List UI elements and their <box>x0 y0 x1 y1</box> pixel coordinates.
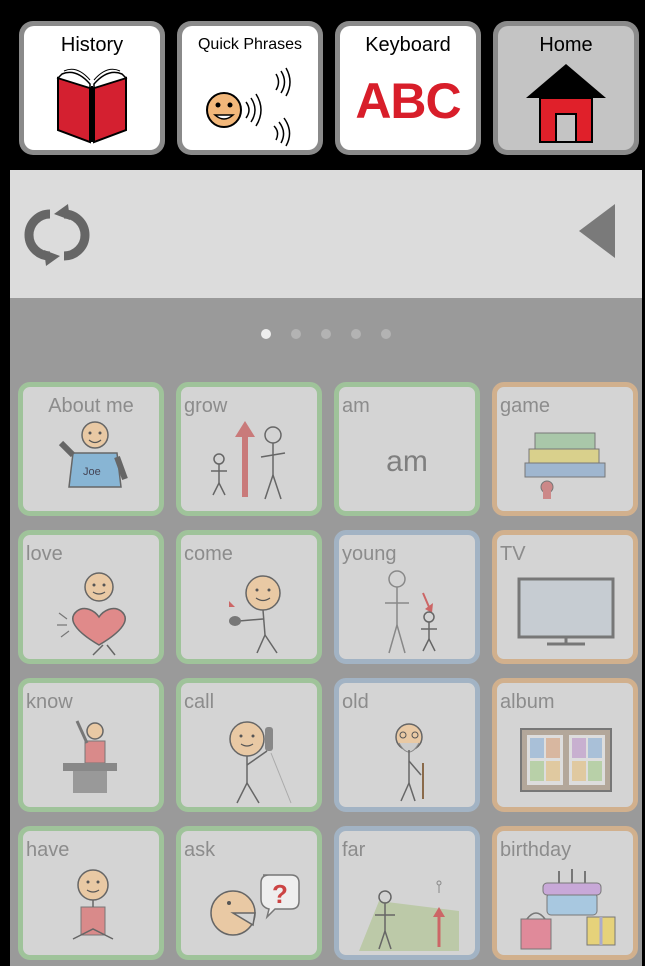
home-button[interactable]: Home <box>493 21 639 155</box>
quick-phrases-button-face: Quick Phrases <box>182 26 318 150</box>
keyboard-button[interactable]: Keyboard ABC <box>335 21 481 155</box>
tile-am[interactable]: am am <box>334 382 480 516</box>
page-dot[interactable] <box>381 329 391 339</box>
beckon-person-icon <box>229 575 281 654</box>
speaking-face-icon <box>206 67 291 147</box>
app-root: History Quick Phrases Keyboard ABC Home … <box>0 0 645 966</box>
tile-young[interactable]: young <box>334 530 480 664</box>
history-button[interactable]: History <box>19 21 165 155</box>
old-man-icon <box>395 723 424 802</box>
photo-album-icon <box>520 728 612 792</box>
refresh-icon[interactable] <box>22 200 92 270</box>
tile-ask[interactable]: ask ? <box>176 826 322 960</box>
tile-come[interactable]: come <box>176 530 322 664</box>
tile-old[interactable]: old <box>334 678 480 812</box>
tile-about-me[interactable]: About me Joe <box>18 382 164 516</box>
quick-phrases-button[interactable]: Quick Phrases <box>177 21 323 155</box>
person-shirt-icon: Joe <box>58 421 128 488</box>
tile-game[interactable]: game <box>492 382 638 516</box>
keyboard-button-face: Keyboard ABC <box>340 26 476 150</box>
young-icon <box>385 570 437 654</box>
page-dot-active[interactable] <box>261 329 271 339</box>
question-face-icon: ? <box>210 874 300 936</box>
heart-person-icon <box>57 572 126 656</box>
tile-tv[interactable]: TV <box>492 530 638 664</box>
tile-call[interactable]: call <box>176 678 322 812</box>
holding-person-icon <box>72 869 114 940</box>
symbol-grid-area: About me Joe grow am am game love come y… <box>10 298 642 966</box>
page-dot[interactable] <box>321 329 331 339</box>
home-button-face: Home <box>498 26 634 150</box>
open-book-icon <box>56 68 128 144</box>
tile-far[interactable]: far <box>334 826 480 960</box>
page-dot[interactable] <box>291 329 301 339</box>
abc-icon: ABC <box>355 73 461 129</box>
am-symbol-text: am <box>386 445 428 478</box>
birthday-cake-icon <box>520 869 616 950</box>
tile-love[interactable]: love <box>18 530 164 664</box>
grow-icon <box>211 421 286 500</box>
page-indicator[interactable] <box>10 326 642 340</box>
tile-have[interactable]: have <box>18 826 164 960</box>
phone-person-icon <box>229 721 292 804</box>
svg-text:?: ? <box>272 879 288 909</box>
message-bar[interactable] <box>10 170 642 298</box>
shirt-text: Joe <box>83 466 101 478</box>
triangle-left-icon[interactable] <box>575 198 625 268</box>
board-games-icon <box>524 432 606 499</box>
tile-grow[interactable]: grow <box>176 382 322 516</box>
far-icon <box>359 880 459 951</box>
top-toolbar: History Quick Phrases Keyboard ABC Home <box>10 10 642 168</box>
tile-birthday[interactable]: birthday <box>492 826 638 960</box>
tile-know[interactable]: know <box>18 678 164 812</box>
page-dot[interactable] <box>351 329 361 339</box>
history-button-face: History <box>24 26 160 150</box>
tile-label: am <box>342 395 370 417</box>
tile-album[interactable]: album <box>492 678 638 812</box>
raised-hand-desk-icon <box>63 720 117 793</box>
keyboard-label: Keyboard <box>365 34 451 56</box>
house-icon <box>526 64 606 143</box>
tv-icon <box>517 577 615 646</box>
